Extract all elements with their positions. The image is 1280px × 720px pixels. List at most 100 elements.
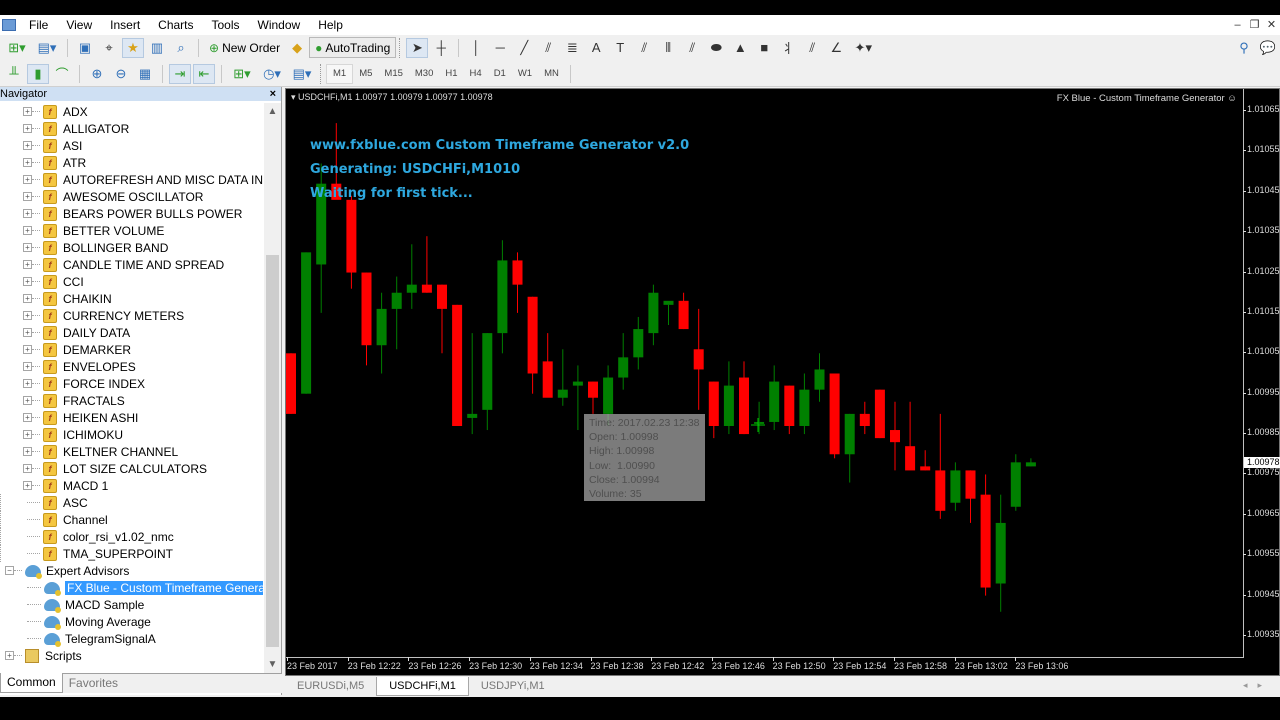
fibo-fan-icon[interactable]: ⺦ (777, 38, 799, 58)
expand-icon[interactable]: + (23, 124, 32, 133)
tree-item-indicator[interactable]: f color_rsi_v1.02_nmc (0, 528, 263, 545)
timeframe-w1[interactable]: W1 (512, 64, 538, 84)
zoom-in-icon[interactable]: ⊕ (86, 64, 108, 84)
ellipse-icon[interactable]: ⬬ (705, 38, 727, 58)
tree-item-indicator[interactable]: + f AUTOREFRESH AND MISC DATA INDICA (0, 171, 263, 188)
tree-item-scripts[interactable]: + Scripts (0, 647, 263, 664)
expand-icon[interactable]: + (23, 175, 32, 184)
tree-item-indicator[interactable]: + f CANDLE TIME AND SPREAD (0, 256, 263, 273)
candle[interactable] (361, 272, 372, 366)
tree-item-indicator[interactable]: + f CURRENCY METERS (0, 307, 263, 324)
candle[interactable] (814, 353, 825, 402)
candle[interactable] (497, 240, 508, 354)
indicators-icon[interactable]: ⊞▾ (228, 64, 256, 84)
expand-icon[interactable]: + (23, 311, 32, 320)
tree-item-indicator[interactable]: + f HEIKEN ASHI (0, 409, 263, 426)
expand-icon[interactable]: + (23, 107, 32, 116)
templates-icon[interactable]: ▤▾ (288, 64, 316, 84)
zoom-out-icon[interactable]: ⊖ (110, 64, 132, 84)
tree-item-indicator[interactable]: + f CCI (0, 273, 263, 290)
candle[interactable] (663, 300, 674, 326)
candle[interactable] (829, 373, 840, 459)
timeframe-m15[interactable]: M15 (378, 64, 408, 84)
candle[interactable] (920, 450, 931, 471)
chat-icon[interactable]: 💬 (1257, 38, 1279, 58)
candle[interactable] (754, 401, 765, 435)
candle[interactable] (708, 381, 719, 439)
timeframe-d1[interactable]: D1 (488, 64, 512, 84)
candle[interactable] (346, 195, 357, 289)
tab-scroll-arrows[interactable]: ◂▸ (1243, 680, 1272, 691)
candle[interactable] (905, 401, 916, 471)
expand-icon[interactable]: + (23, 192, 32, 201)
vertical-line-icon[interactable]: │ (465, 38, 487, 58)
crosshair-icon[interactable]: ┼ (430, 38, 452, 58)
text-label-icon[interactable]: T (609, 38, 631, 58)
expand-icon[interactable]: + (23, 464, 32, 473)
tree-item-expert[interactable]: TelegramSignalA (0, 630, 263, 647)
tab-favorites[interactable]: Favorites (63, 674, 124, 694)
candle[interactable] (588, 381, 598, 414)
search-icon[interactable]: ⚲ (1233, 38, 1255, 58)
chart-shift-icon[interactable]: ⇤ (193, 63, 215, 84)
candle[interactable] (557, 349, 568, 406)
candle[interactable] (527, 296, 538, 394)
scroll-thumb[interactable] (266, 255, 279, 647)
timeframe-m30[interactable]: M30 (409, 64, 439, 84)
arrows-icon[interactable]: ✦▾ (849, 38, 877, 58)
candle[interactable] (406, 244, 417, 309)
toolbar-grip[interactable] (320, 63, 323, 84)
candle[interactable] (421, 236, 432, 293)
scroll-down-icon[interactable]: ▼ (264, 656, 281, 673)
candle[interactable] (512, 252, 523, 313)
line-chart-icon[interactable]: ⌒ (51, 64, 73, 84)
candle[interactable] (693, 308, 704, 410)
tree-item-indicator[interactable]: + f BOLLINGER BAND (0, 239, 263, 256)
menu-tools[interactable]: Tools (203, 18, 249, 32)
navigator-icon[interactable]: ★ (122, 37, 144, 58)
expand-icon[interactable]: + (23, 226, 32, 235)
terminal-icon[interactable]: ▥ (146, 38, 168, 58)
parallel-channel-icon[interactable]: ⫽ (681, 38, 703, 58)
candle[interactable] (391, 276, 402, 350)
tree-item-indicator[interactable]: + f ALLIGATOR (0, 120, 263, 137)
tree-item-indicator[interactable]: + f CHAIKIN (0, 290, 263, 307)
navigator-scrollbar[interactable]: ▲ ▼ (264, 103, 281, 673)
bar-chart-icon[interactable]: ╨ (3, 64, 25, 84)
tree-item-expert-advisors[interactable]: − Expert Advisors (0, 562, 263, 579)
angle-icon[interactable]: ∠ (825, 38, 847, 58)
tree-item-expert[interactable]: MACD Sample (0, 596, 263, 613)
market-watch-icon[interactable]: ▣ (74, 38, 96, 58)
expand-icon[interactable]: + (23, 277, 32, 286)
candle[interactable] (1010, 454, 1021, 511)
candle[interactable] (980, 474, 991, 596)
candle[interactable] (874, 389, 885, 439)
equidistant-channel-icon[interactable]: ⫽ (537, 38, 559, 58)
expand-icon[interactable]: + (23, 345, 32, 354)
rectangle-icon[interactable]: ■ (753, 38, 775, 58)
menu-window[interactable]: Window (249, 18, 310, 32)
candle[interactable] (995, 494, 1006, 612)
candle[interactable] (542, 333, 553, 398)
expand-icon[interactable]: + (23, 158, 32, 167)
tree-item-indicator[interactable]: + f BETTER VOLUME (0, 222, 263, 239)
chart-tab-usdchf[interactable]: USDCHFi,M1 (376, 677, 469, 696)
tab-common[interactable]: Common (0, 673, 63, 693)
chart-tab-usdjpy[interactable]: USDJPYi,M1 (469, 677, 557, 696)
expand-icon[interactable]: + (23, 447, 32, 456)
candle[interactable] (739, 361, 749, 435)
toolbar-grip[interactable] (399, 37, 402, 58)
tree-item-indicator[interactable]: + f ENVELOPES (0, 358, 263, 375)
periodicity-icon[interactable]: ◷▾ (258, 64, 286, 84)
candle[interactable] (1025, 458, 1036, 467)
timeframe-h1[interactable]: H1 (439, 64, 463, 84)
candle[interactable] (890, 401, 900, 471)
candle[interactable] (844, 413, 855, 483)
candle[interactable] (648, 284, 659, 346)
candle[interactable] (633, 316, 644, 370)
tree-item-indicator[interactable]: + f ATR (0, 154, 263, 171)
expand-icon[interactable]: + (23, 294, 32, 303)
expand-icon[interactable]: + (23, 379, 32, 388)
new-order-button[interactable]: ⊕ New Order (204, 37, 285, 58)
expand-icon[interactable]: + (23, 481, 32, 490)
